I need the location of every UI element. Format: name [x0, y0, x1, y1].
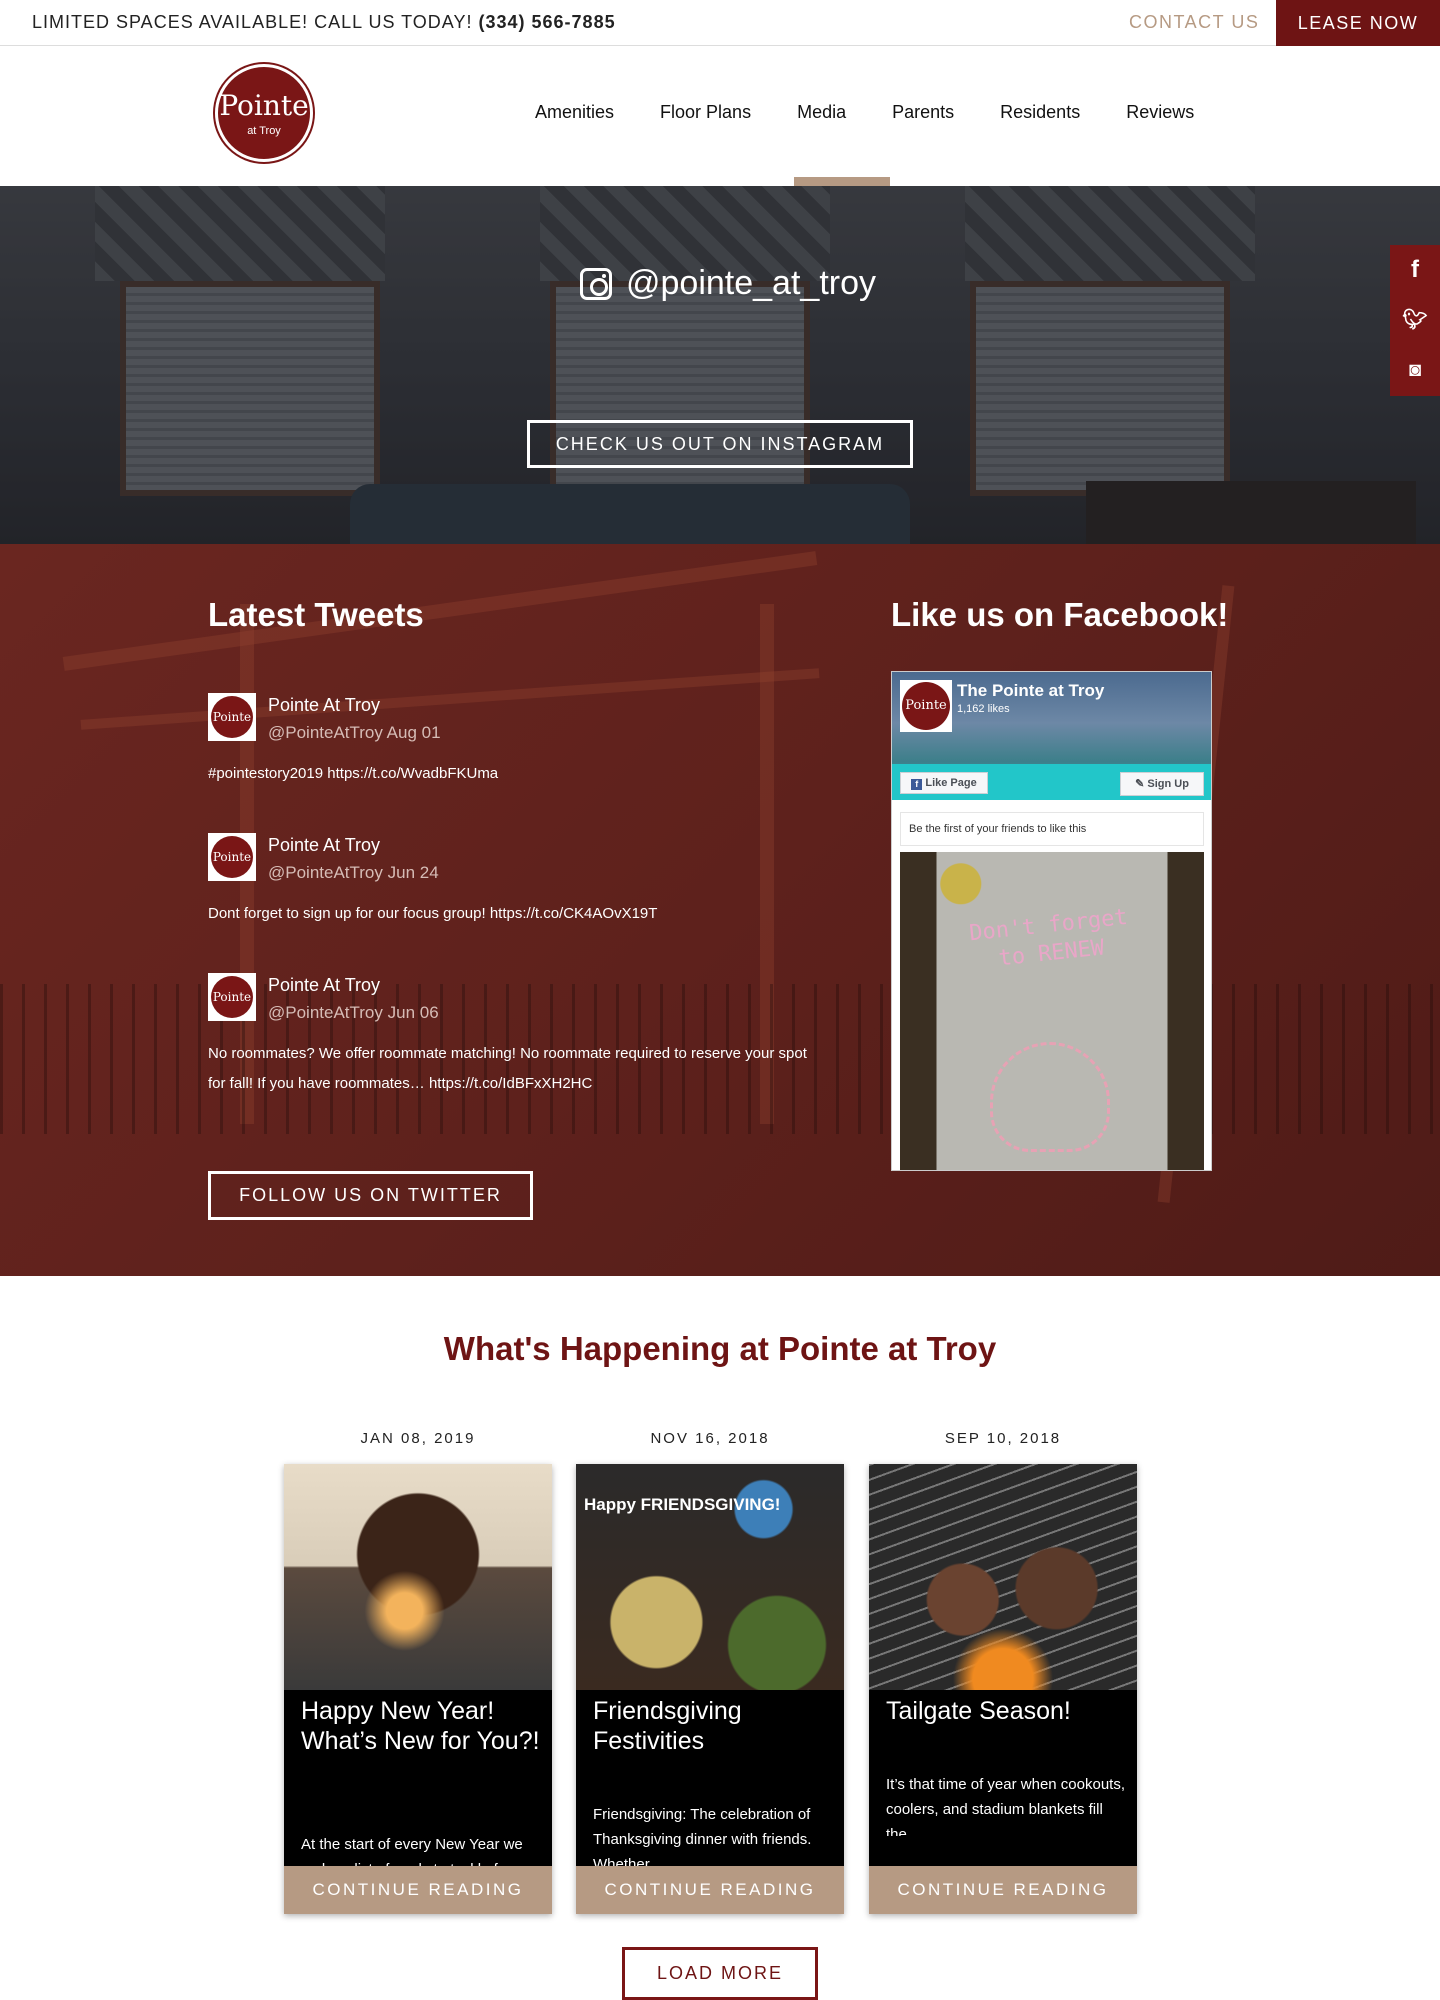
- post-box[interactable]: Tailgate Season! It’s that time of year …: [869, 1464, 1137, 1914]
- pencil-icon: ✎: [1135, 778, 1145, 790]
- instagram-handle[interactable]: @pointe_at_troy: [580, 264, 876, 303]
- facebook-page-logo[interactable]: Pointe: [900, 680, 952, 732]
- tweet-handle-date: @PointeAtTroy Aug 01: [268, 723, 441, 742]
- whats-happening-title: What's Happening at Pointe at Troy: [443, 1330, 997, 1367]
- post-date: NOV 16, 2018: [650, 1430, 770, 1447]
- avatar[interactable]: Pointe: [208, 973, 256, 1021]
- facebook-post-photo[interactable]: Don't forget to RENEW: [900, 852, 1204, 1170]
- hero-overlay: [0, 186, 1440, 544]
- avatar-logo: Pointe: [211, 836, 253, 878]
- image-caption: Happy FRIENDSGIVING!: [584, 1495, 781, 1514]
- sign-up-label: Sign Up: [1147, 778, 1189, 790]
- like-page-button[interactable]: f Like Page: [900, 772, 988, 794]
- tweet-link[interactable]: https://t.co/IdBFxXH2HC: [429, 1075, 592, 1092]
- site-header: Pointe at Troy Amenities Floor Plans Med…: [0, 46, 1440, 186]
- tweet-handle-date: @PointeAtTroy Jun 06: [268, 1003, 439, 1022]
- tweet-text: Dont forget to sign up for our focus gro…: [208, 899, 828, 929]
- tweet-author: Pointe At Troy: [268, 975, 381, 995]
- pergola-beam: [62, 551, 818, 671]
- promo-message: LIMITED SPACES AVAILABLE! CALL US TODAY!: [32, 12, 473, 32]
- facebook-title: Like us on Facebook!: [891, 596, 1229, 633]
- instagram-button[interactable]: CHECK US OUT ON INSTAGRAM: [527, 420, 913, 468]
- sign-up-button[interactable]: ✎ Sign Up: [1120, 772, 1204, 796]
- post-title[interactable]: Tailgate Season!: [886, 1696, 1126, 1726]
- facebook-icon: f: [911, 779, 923, 790]
- tweet-text: #pointestory2019 https://t.co/WvadbFKUma: [208, 759, 828, 789]
- friends-like-text: Be the first of your friends to like thi…: [900, 812, 1204, 846]
- tweet-link[interactable]: https://t.co/WvadbFKUma: [327, 765, 498, 782]
- facebook-widget: Pointe The Pointe at Troy 1,162 likes f …: [891, 671, 1212, 1171]
- post-box[interactable]: Happy FRIENDSGIVING! Friendsgiving Festi…: [576, 1464, 844, 1914]
- active-nav-indicator: [794, 177, 890, 186]
- post-excerpt: It’s that time of year when cookouts, co…: [886, 1776, 1126, 1836]
- nav-residents[interactable]: Residents: [1000, 102, 1080, 123]
- instagram-icon: [580, 267, 612, 300]
- top-bar: LIMITED SPACES AVAILABLE! CALL US TODAY!…: [0, 0, 1440, 46]
- post-date: SEP 10, 2018: [944, 1430, 1062, 1447]
- phone-number[interactable]: (334) 566-7885: [479, 12, 616, 32]
- logo-wordmark: Pointe: [219, 89, 309, 122]
- tweet-link[interactable]: https://t.co/CK4AOvX19T: [490, 905, 658, 922]
- avatar[interactable]: Pointe: [208, 833, 256, 881]
- post-title[interactable]: Friendsgiving Festivities: [593, 1696, 833, 1756]
- post-excerpt: Friendsgiving: The celebration of Thanks…: [593, 1806, 812, 1866]
- contact-us-link[interactable]: CONTACT US: [1129, 12, 1259, 33]
- social-sidebar: f 🐦︎ ◙: [1390, 245, 1440, 396]
- site-logo[interactable]: Pointe at Troy: [215, 64, 313, 162]
- continue-reading-button[interactable]: CONTINUE READING: [869, 1866, 1137, 1914]
- post-image[interactable]: Happy FRIENDSGIVING!: [576, 1464, 844, 1690]
- avatar-logo: Pointe: [211, 696, 253, 738]
- instagram-handle-text: @pointe_at_troy: [626, 264, 877, 302]
- nav-amenities[interactable]: Amenities: [535, 102, 614, 123]
- avatar[interactable]: Pointe: [208, 693, 256, 741]
- main-nav: Amenities Floor Plans Media Parents Resi…: [535, 102, 1240, 123]
- tweet-message: Dont forget to sign up for our focus gro…: [208, 905, 486, 922]
- page-logo-text: Pointe: [902, 682, 950, 730]
- like-page-label: Like Page: [925, 777, 977, 789]
- instagram-icon[interactable]: ◙: [1390, 345, 1440, 395]
- promo-text: LIMITED SPACES AVAILABLE! CALL US TODAY!…: [32, 12, 616, 33]
- chalk-drawing-text: Don't forget to RENEW: [968, 904, 1129, 972]
- post-title[interactable]: Happy New Year! What’s New for You?!: [301, 1696, 541, 1756]
- tweet-hashtag[interactable]: #pointestory2019: [208, 765, 323, 782]
- avatar-logo: Pointe: [211, 976, 253, 1018]
- facebook-likes: 1,162 likes: [957, 703, 1010, 715]
- logo-subtitle: at Troy: [247, 125, 281, 137]
- nav-media[interactable]: Media: [797, 102, 846, 123]
- chalk-turkey-drawing: [990, 1042, 1110, 1152]
- latest-tweets-title: Latest Tweets: [208, 596, 424, 633]
- post-box[interactable]: Happy New Year! What’s New for You?! At …: [284, 1464, 552, 1914]
- post-image[interactable]: [869, 1464, 1137, 1690]
- nav-reviews[interactable]: Reviews: [1126, 102, 1194, 123]
- nav-floor-plans[interactable]: Floor Plans: [660, 102, 751, 123]
- pergola-beam: [80, 668, 820, 730]
- post-date: JAN 08, 2019: [360, 1430, 476, 1447]
- tweet-author: Pointe At Troy: [268, 695, 381, 715]
- nav-parents[interactable]: Parents: [892, 102, 954, 123]
- lease-now-button[interactable]: LEASE NOW: [1276, 0, 1440, 46]
- tweet-handle-date: @PointeAtTroy Jun 24: [268, 863, 439, 882]
- post-image[interactable]: [284, 1464, 552, 1690]
- tweet-text: No roommates? We offer roommate matching…: [208, 1039, 828, 1099]
- facebook-page-name[interactable]: The Pointe at Troy: [957, 681, 1104, 701]
- twitter-icon[interactable]: 🐦︎: [1390, 295, 1440, 345]
- continue-reading-button[interactable]: CONTINUE READING: [576, 1866, 844, 1914]
- tweet-author: Pointe At Troy: [268, 835, 381, 855]
- instagram-hero: [0, 186, 1440, 544]
- follow-twitter-button[interactable]: FOLLOW US ON TWITTER: [208, 1171, 533, 1220]
- load-more-button[interactable]: LOAD MORE: [622, 1947, 818, 2000]
- continue-reading-button[interactable]: CONTINUE READING: [284, 1866, 552, 1914]
- facebook-icon[interactable]: f: [1390, 245, 1440, 295]
